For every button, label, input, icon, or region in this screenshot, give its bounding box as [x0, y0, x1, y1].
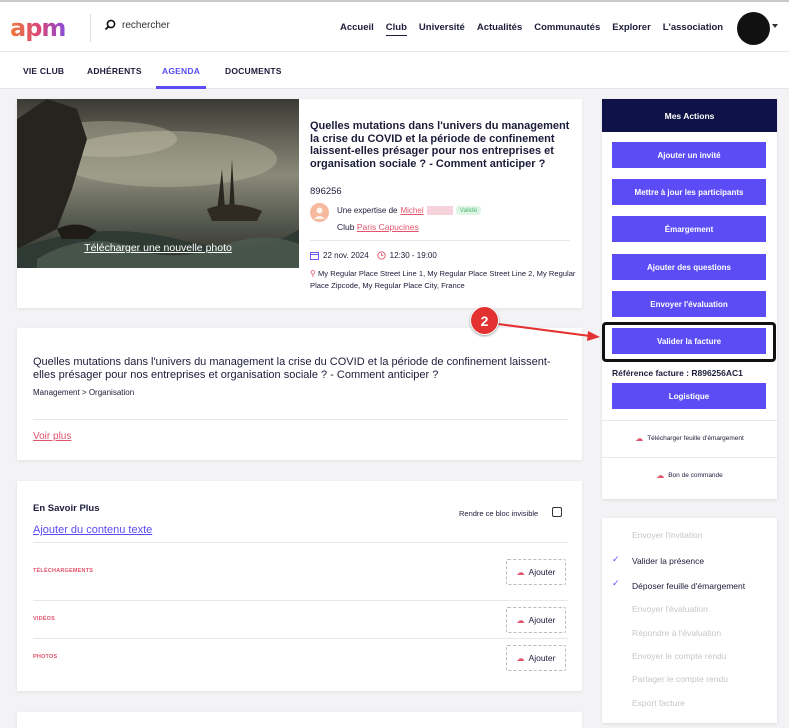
expert-avatar [310, 203, 329, 222]
search-box[interactable]: rechercher [104, 19, 170, 31]
add-photo-label: Ajouter [528, 653, 556, 663]
club-subnav: VIE CLUB ADHÉRENTS AGENDA DOCUMENTS [0, 52, 789, 89]
nav-explorer[interactable]: Explorer [612, 22, 651, 36]
emargement-button[interactable]: Émargement [612, 216, 766, 242]
cloud-upload-icon: ☁ [516, 615, 525, 625]
divider [33, 600, 568, 601]
cloud-upload-icon: ☁ [516, 567, 525, 577]
header-divider [90, 14, 91, 42]
event-photo[interactable]: Télécharger une nouvelle photo [17, 99, 299, 268]
steps-panel [602, 518, 777, 723]
add-video-button[interactable]: ☁ Ajouter [506, 607, 566, 633]
purchase-order-link[interactable]: ☁ Bon de commande [602, 471, 777, 480]
step-answer-evaluation: Répondre à l'évaluation [632, 628, 722, 638]
top-header: apm rechercher Accueil Club Université A… [0, 0, 789, 52]
nav-communautes[interactable]: Communautés [534, 22, 600, 36]
actions-title: Mes Actions [602, 99, 777, 132]
tab-adherents[interactable]: ADHÉRENTS [87, 66, 142, 76]
upload-photo-link[interactable]: Télécharger une nouvelle photo [17, 242, 299, 254]
divider [310, 240, 570, 241]
downloads-label: TÉLÉCHARGEMENTS [33, 568, 94, 574]
description-title: Quelles mutations dans l'univers du mana… [33, 356, 551, 381]
expertise-line: Une expertise de Michel Validé [337, 206, 482, 215]
step-export-invoice: Export facture [632, 698, 685, 708]
nav-club[interactable]: Club [385, 22, 407, 36]
search-icon [104, 19, 116, 31]
step-send-invitation: Envoyer l'invitation [632, 530, 703, 540]
blurred-surname [426, 206, 453, 215]
expert-name-link[interactable]: Michel [400, 206, 423, 215]
step-marker: 2 [470, 306, 499, 335]
tab-documents[interactable]: DOCUMENTS [225, 66, 282, 76]
expertise-prefix: Une expertise de [337, 206, 398, 215]
event-title: Quelles mutations dans l'univers du mana… [310, 120, 570, 170]
active-tab-indicator [156, 86, 206, 89]
add-video-label: Ajouter [528, 615, 556, 625]
photos-label: PHOTOS [33, 654, 58, 660]
invisible-toggle-label: Rendre ce bloc invisible [459, 509, 539, 518]
divider [602, 457, 777, 458]
apm-logo[interactable]: apm [10, 14, 72, 42]
check-icon: ✓ [612, 578, 620, 588]
download-sheet-link[interactable]: ☁ Télécharger feuille d'émargement [602, 434, 777, 443]
divider [33, 419, 568, 420]
next-card [17, 712, 582, 728]
main-nav: Accueil Club Université Actualités Commu… [340, 22, 735, 36]
tab-vie-club[interactable]: VIE CLUB [23, 66, 64, 76]
add-download-button[interactable]: ☁ Ajouter [506, 559, 566, 585]
step-send-evaluation: Envoyer l'évaluation [632, 604, 708, 614]
nav-universite[interactable]: Université [419, 22, 465, 36]
user-icon [314, 207, 325, 219]
user-avatar[interactable] [737, 12, 770, 45]
search-placeholder: rechercher [122, 19, 170, 31]
event-time: 12:30 - 19:00 [389, 251, 437, 260]
event-address-text: My Regular Place Street Line 1, My Regul… [310, 269, 576, 290]
category-breadcrumb: Management > Organisation [33, 388, 135, 397]
add-photo-button[interactable]: ☁ Ajouter [506, 645, 566, 671]
invoice-reference: Référence facture : R896256AC1 [612, 368, 743, 378]
step-upload-sheet: Déposer feuille d'émargement [632, 581, 746, 591]
club-line: Club Paris Capucines [337, 222, 419, 232]
tab-agenda[interactable]: AGENDA [162, 66, 200, 76]
event-date: 22 nov. 2024 [323, 251, 369, 260]
step-send-report: Envoyer le compte rendu [632, 651, 727, 661]
download-sheet-label: Télécharger feuille d'émargement [647, 435, 744, 442]
highlight-box [602, 322, 776, 362]
event-datetime: 22 nov. 2024 12:30 - 19:00 [310, 251, 437, 260]
logistics-button[interactable]: Logistique [612, 383, 766, 409]
event-address: ⚲ My Regular Place Street Line 1, My Reg… [310, 268, 578, 292]
savoir-plus-title: En Savoir Plus [33, 503, 100, 514]
cloud-upload-icon: ☁ [516, 653, 525, 663]
send-evaluation-button[interactable]: Envoyer l'évaluation [612, 291, 766, 317]
update-participants-button[interactable]: Mettre à jour les participants [612, 179, 766, 205]
nav-association[interactable]: L'association [663, 22, 723, 36]
add-questions-button[interactable]: Ajouter des questions [612, 254, 766, 280]
step-share-report: Partager le compte rendu [632, 674, 728, 684]
cloud-download-icon: ☁ [656, 471, 665, 480]
divider [33, 542, 568, 543]
nav-accueil[interactable]: Accueil [340, 22, 374, 36]
status-badge: Validé [455, 206, 482, 215]
purchase-order-label: Bon de commande [668, 472, 723, 479]
location-pin-icon: ⚲ [310, 269, 316, 278]
check-icon: ✓ [612, 554, 620, 564]
add-guest-button[interactable]: Ajouter un invité [612, 142, 766, 168]
add-download-label: Ajouter [528, 567, 556, 577]
club-name-link[interactable]: Paris Capucines [357, 222, 419, 232]
cloud-download-icon: ☁ [635, 434, 644, 443]
clock-icon [377, 251, 386, 260]
videos-label: VIDÉOS [33, 616, 55, 622]
divider [602, 420, 777, 421]
event-id: 896256 [310, 186, 342, 197]
invisible-checkbox[interactable] [552, 507, 562, 517]
see-more-link[interactable]: Voir plus [33, 431, 71, 442]
calendar-icon [310, 252, 319, 260]
divider [33, 638, 568, 639]
chevron-down-icon[interactable] [772, 24, 778, 28]
club-prefix: Club [337, 222, 355, 232]
nav-actualites[interactable]: Actualités [477, 22, 522, 36]
step-validate-presence: Valider la présence [632, 556, 705, 566]
add-text-content-link[interactable]: Ajouter du contenu texte [33, 524, 152, 536]
